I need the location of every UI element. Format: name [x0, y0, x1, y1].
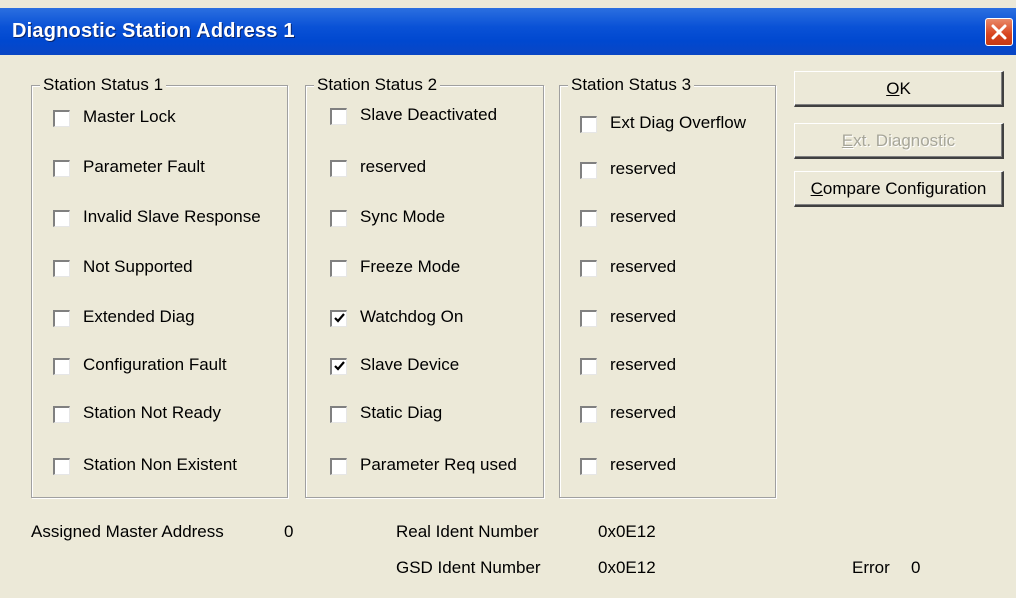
checkbox-box[interactable] [53, 458, 70, 475]
checkbox-label: reserved [610, 403, 677, 422]
checkbox-label: reserved [610, 455, 677, 474]
checkbox-box[interactable] [330, 210, 347, 227]
checkbox-label: Not Supported [83, 257, 193, 276]
checkbox-box[interactable] [330, 260, 347, 277]
compare-mnemonic: C [810, 179, 823, 198]
checkbox-box[interactable] [53, 160, 70, 177]
gsd-ident-value: 0x0E12 [598, 558, 656, 577]
checkbox-label: Station Non Existent [83, 455, 238, 474]
window-title: Diagnostic Station Address 1 [12, 20, 295, 42]
error-value: 0 [911, 558, 921, 577]
checkbox-box[interactable] [330, 458, 347, 475]
checkbox-label: Parameter Req used [360, 455, 517, 474]
checkbox-box[interactable] [580, 210, 597, 227]
checkbox-label: Master Lock [83, 107, 176, 126]
station-status-3-group: Station Status 3 Ext Diag Overflow reser… [559, 75, 776, 498]
group-title: Station Status 1 [40, 75, 167, 95]
real-ident-label: Real Ident Number [396, 522, 539, 541]
compare-configuration-button[interactable]: Compare Configuration [794, 171, 1004, 207]
compare-label: ompare Configuration [822, 179, 987, 198]
checkbox-label: Invalid Slave Response [83, 207, 261, 226]
checkbox-box[interactable] [330, 358, 347, 375]
checkmark-icon [334, 313, 345, 323]
checkbox-box[interactable] [330, 108, 347, 125]
error-label: Error [852, 558, 890, 577]
checkbox-label: reserved [610, 355, 677, 374]
checkbox-label: Static Diag [360, 403, 443, 422]
checkbox-box[interactable] [330, 406, 347, 423]
checkbox-label: Sync Mode [360, 207, 446, 226]
checkbox-label: Configuration Fault [83, 355, 227, 374]
checkbox-box[interactable] [53, 210, 70, 227]
ok-label: K [899, 79, 911, 98]
checkbox-box[interactable] [580, 260, 597, 277]
group-title: Station Status 3 [568, 75, 695, 95]
gsd-ident-label: GSD Ident Number [396, 558, 541, 577]
diagnostic-dialog: Diagnostic Station Address 1 Station Sta… [0, 0, 1016, 598]
checkbox-box[interactable] [580, 116, 597, 133]
checkbox-box[interactable] [580, 458, 597, 475]
group-title: Station Status 2 [314, 75, 441, 95]
checkbox-box[interactable] [580, 358, 597, 375]
station-status-2-group: Station Status 2 Slave Deactivated reser… [305, 75, 544, 498]
close-button[interactable] [985, 18, 1013, 46]
ext-diagnostic-button[interactable]: Ext. Diagnostic [794, 123, 1004, 159]
checkbox-label: reserved [610, 257, 677, 276]
checkbox-label: reserved [360, 157, 427, 176]
ext-diagnostic-mnemonic: E [841, 131, 854, 150]
checkbox-box[interactable] [53, 406, 70, 423]
ext-diagnostic-label: xt. Diagnostic [853, 131, 956, 150]
checkbox-box[interactable] [580, 162, 597, 179]
checkbox-label: Ext Diag Overflow [610, 113, 747, 132]
checkbox-label: Parameter Fault [83, 157, 205, 176]
real-ident-value: 0x0E12 [598, 522, 656, 541]
checkbox-box[interactable] [53, 260, 70, 277]
checkmark-icon [334, 361, 345, 371]
checkbox-label: reserved [610, 207, 677, 226]
checkbox-box[interactable] [330, 160, 347, 177]
checkbox-label: reserved [610, 159, 677, 178]
title-bar[interactable]: Diagnostic Station Address 1 [0, 8, 1016, 55]
checkbox-label: Slave Device [360, 355, 460, 374]
checkbox-label: Slave Deactivated [360, 105, 498, 124]
checkbox-box[interactable] [330, 310, 347, 327]
checkbox-label: Station Not Ready [83, 403, 221, 422]
checkbox-label: Watchdog On [360, 307, 464, 326]
checkbox-box[interactable] [53, 358, 70, 375]
checkbox-box[interactable] [53, 110, 70, 127]
checkbox-label: Extended Diag [83, 307, 195, 326]
assigned-master-value: 0 [284, 522, 294, 541]
assigned-master-label: Assigned Master Address [31, 522, 224, 541]
checkbox-box[interactable] [580, 310, 597, 327]
station-status-1-group: Station Status 1 Master Lock Parameter F… [31, 75, 288, 498]
checkbox-box[interactable] [580, 406, 597, 423]
ok-mnemonic: O [886, 79, 900, 98]
ok-button[interactable]: OK [794, 71, 1004, 107]
close-icon [991, 24, 1007, 40]
checkbox-label: reserved [610, 307, 677, 326]
checkbox-box[interactable] [53, 310, 70, 327]
checkbox-label: Freeze Mode [360, 257, 461, 276]
